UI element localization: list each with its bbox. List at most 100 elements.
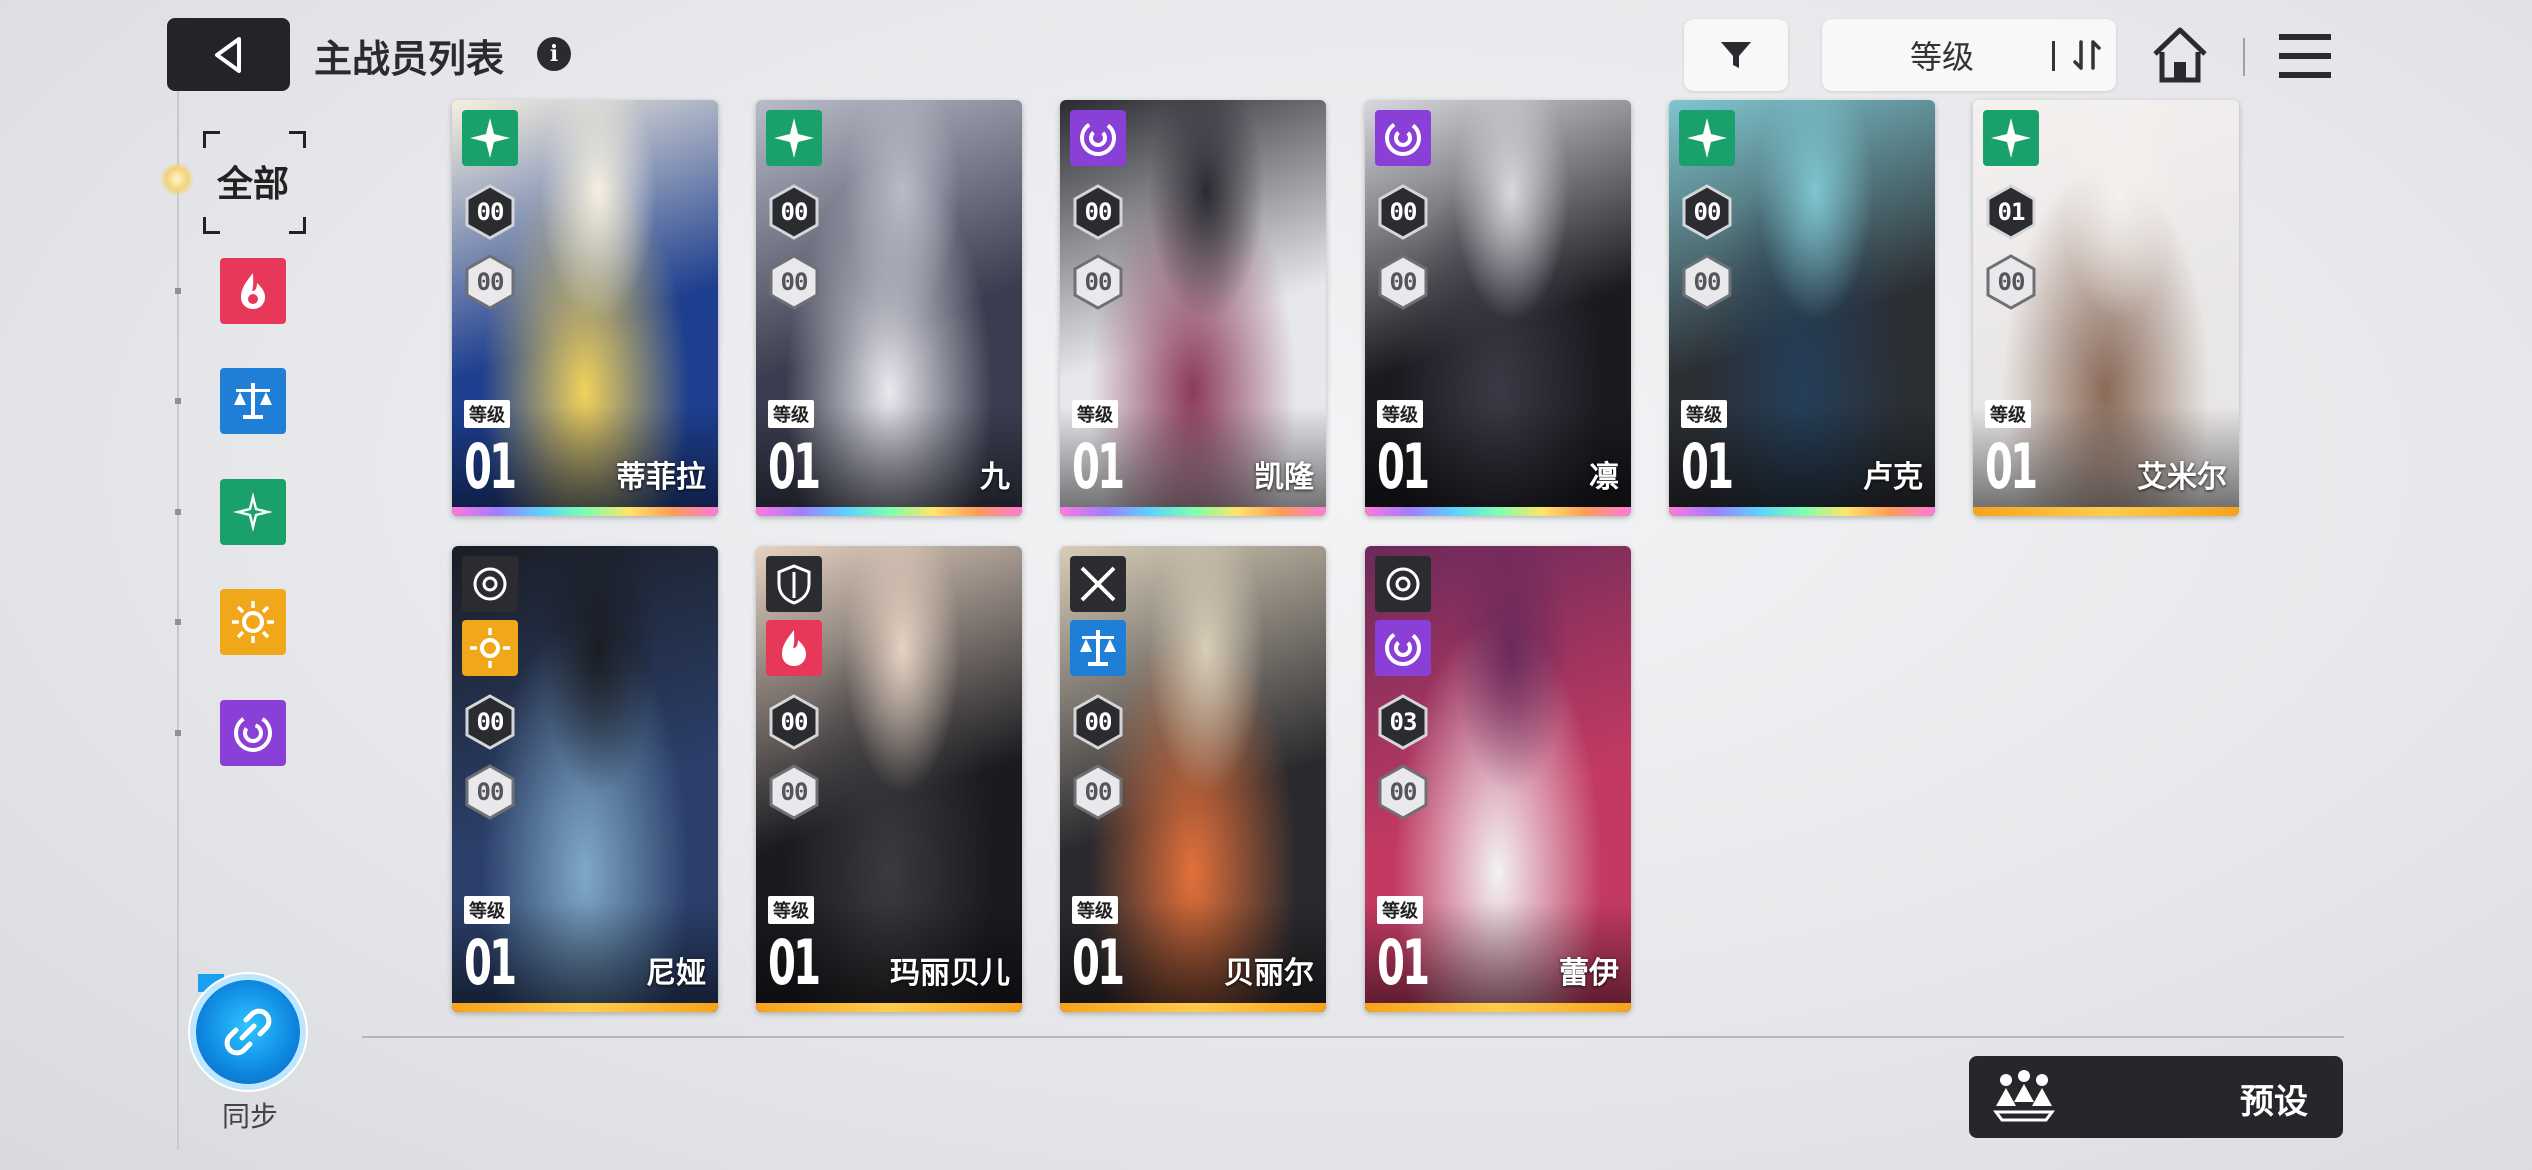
- rank-badge: 00: [1070, 184, 1126, 240]
- potential-value: 00: [1084, 778, 1113, 806]
- role-shield-icon: [766, 556, 822, 612]
- selection-corner: [203, 131, 220, 148]
- potential-value: 00: [476, 268, 505, 296]
- role-target-icon: [462, 556, 518, 612]
- operator-card[interactable]: 00 00 等级 01 蒂菲拉: [452, 100, 718, 516]
- rarity-bar: [1973, 507, 2239, 516]
- level-value: 01: [464, 926, 517, 999]
- rank-value: 00: [1084, 198, 1113, 226]
- rank-value: 00: [1389, 198, 1418, 226]
- operator-name: 贝丽尔: [1224, 956, 1314, 991]
- operator-card[interactable]: 00 00 等级 01 玛丽贝儿: [756, 546, 1022, 1012]
- potential-badge: 00: [766, 764, 822, 820]
- rail-marker: [175, 288, 181, 294]
- selection-corner: [203, 217, 220, 234]
- level-tag: 等级: [768, 400, 814, 428]
- element-sun-icon: [462, 620, 518, 676]
- rank-badge: 00: [462, 184, 518, 240]
- rank-badge: 00: [1679, 184, 1735, 240]
- operator-card[interactable]: 00 00 等级 01 凯隆: [1060, 100, 1326, 516]
- operator-card[interactable]: 01 00 等级 01 艾米尔: [1973, 100, 2239, 516]
- level-value: 01: [1377, 926, 1430, 999]
- operator-card[interactable]: 00 00 等级 01 卢克: [1669, 100, 1935, 516]
- sort-order-icon[interactable]: [2062, 19, 2112, 91]
- sun-icon: [232, 601, 274, 643]
- rail-marker: [175, 730, 181, 736]
- filter-wind[interactable]: [220, 479, 286, 545]
- rank-value: 01: [1997, 198, 2026, 226]
- preset-label: 预设: [2240, 1082, 2308, 1122]
- back-button[interactable]: [167, 18, 290, 91]
- level-tag: 等级: [1377, 896, 1423, 924]
- filter-fire[interactable]: [220, 258, 286, 324]
- rank-value: 00: [476, 198, 505, 226]
- potential-badge: 00: [1375, 764, 1431, 820]
- rank-badge: 00: [766, 184, 822, 240]
- sort-dropdown[interactable]: 等级: [1822, 19, 2116, 91]
- potential-value: 00: [1389, 268, 1418, 296]
- operator-name: 九: [980, 460, 1010, 495]
- potential-value: 00: [780, 268, 809, 296]
- element-void-icon: [1375, 110, 1431, 166]
- rarity-bar: [452, 507, 718, 516]
- sort-divider: [2052, 41, 2055, 71]
- menu-icon[interactable]: [2277, 30, 2333, 82]
- potential-value: 00: [780, 778, 809, 806]
- filter-button[interactable]: [1684, 19, 1788, 91]
- level-tag: 等级: [464, 896, 510, 924]
- filter-sun[interactable]: [220, 589, 286, 655]
- level-tag: 等级: [1681, 400, 1727, 428]
- level-tag: 等级: [1072, 400, 1118, 428]
- rank-value: 00: [780, 198, 809, 226]
- potential-badge: 00: [766, 254, 822, 310]
- operator-card[interactable]: 00 00 等级 01 贝丽尔: [1060, 546, 1326, 1012]
- level-value: 01: [1072, 430, 1125, 503]
- link-icon: [224, 1008, 272, 1056]
- rank-badge: 00: [1375, 184, 1431, 240]
- filter-void[interactable]: [220, 700, 286, 766]
- rank-value: 00: [780, 708, 809, 736]
- scale-icon: [234, 383, 272, 419]
- operator-name: 凯隆: [1254, 460, 1314, 495]
- potential-badge: 00: [462, 254, 518, 310]
- element-wind-icon: [1983, 110, 2039, 166]
- rank-value: 00: [476, 708, 505, 736]
- rank-badge: 00: [766, 694, 822, 750]
- selection-glow-icon: [160, 162, 194, 196]
- operator-card[interactable]: 00 00 等级 01 尼娅: [452, 546, 718, 1012]
- operator-card[interactable]: 00 00 等级 01 九: [756, 100, 1022, 516]
- level-value: 01: [1377, 430, 1430, 503]
- level-value: 01: [1072, 926, 1125, 999]
- rank-badge: 00: [1070, 694, 1126, 750]
- fire-icon: [241, 273, 265, 309]
- sync-button[interactable]: [196, 980, 300, 1084]
- operator-card[interactable]: 00 00 等级 01 凛: [1365, 100, 1631, 516]
- potential-value: 00: [1084, 268, 1113, 296]
- element-wind-icon: [462, 110, 518, 166]
- operator-card[interactable]: 03 00 等级 01 蕾伊: [1365, 546, 1631, 1012]
- role-swords-icon: [1070, 556, 1126, 612]
- rarity-bar: [452, 1003, 718, 1012]
- rarity-bar: [1060, 1003, 1326, 1012]
- rank-badge: 01: [1983, 184, 2039, 240]
- operator-name: 蕾伊: [1559, 956, 1619, 991]
- sync-label: 同步: [221, 1100, 278, 1133]
- header-divider: [2243, 38, 2245, 76]
- potential-badge: 00: [1070, 764, 1126, 820]
- home-icon[interactable]: [2149, 24, 2211, 86]
- potential-badge: 00: [462, 764, 518, 820]
- filter-balance[interactable]: [220, 368, 286, 434]
- operator-name: 尼娅: [646, 956, 706, 991]
- sparkle-icon: [233, 492, 273, 532]
- sidebar-divider: [177, 30, 179, 1150]
- role-target-icon: [1375, 556, 1431, 612]
- level-tag: 等级: [1072, 896, 1118, 924]
- operator-name: 蒂菲拉: [616, 460, 706, 495]
- rank-badge: 03: [1375, 694, 1431, 750]
- rarity-bar: [756, 1003, 1022, 1012]
- potential-value: 00: [1997, 268, 2026, 296]
- element-balance-icon: [1070, 620, 1126, 676]
- rail-marker: [175, 398, 181, 404]
- level-tag: 等级: [464, 400, 510, 428]
- info-icon[interactable]: i: [537, 37, 571, 71]
